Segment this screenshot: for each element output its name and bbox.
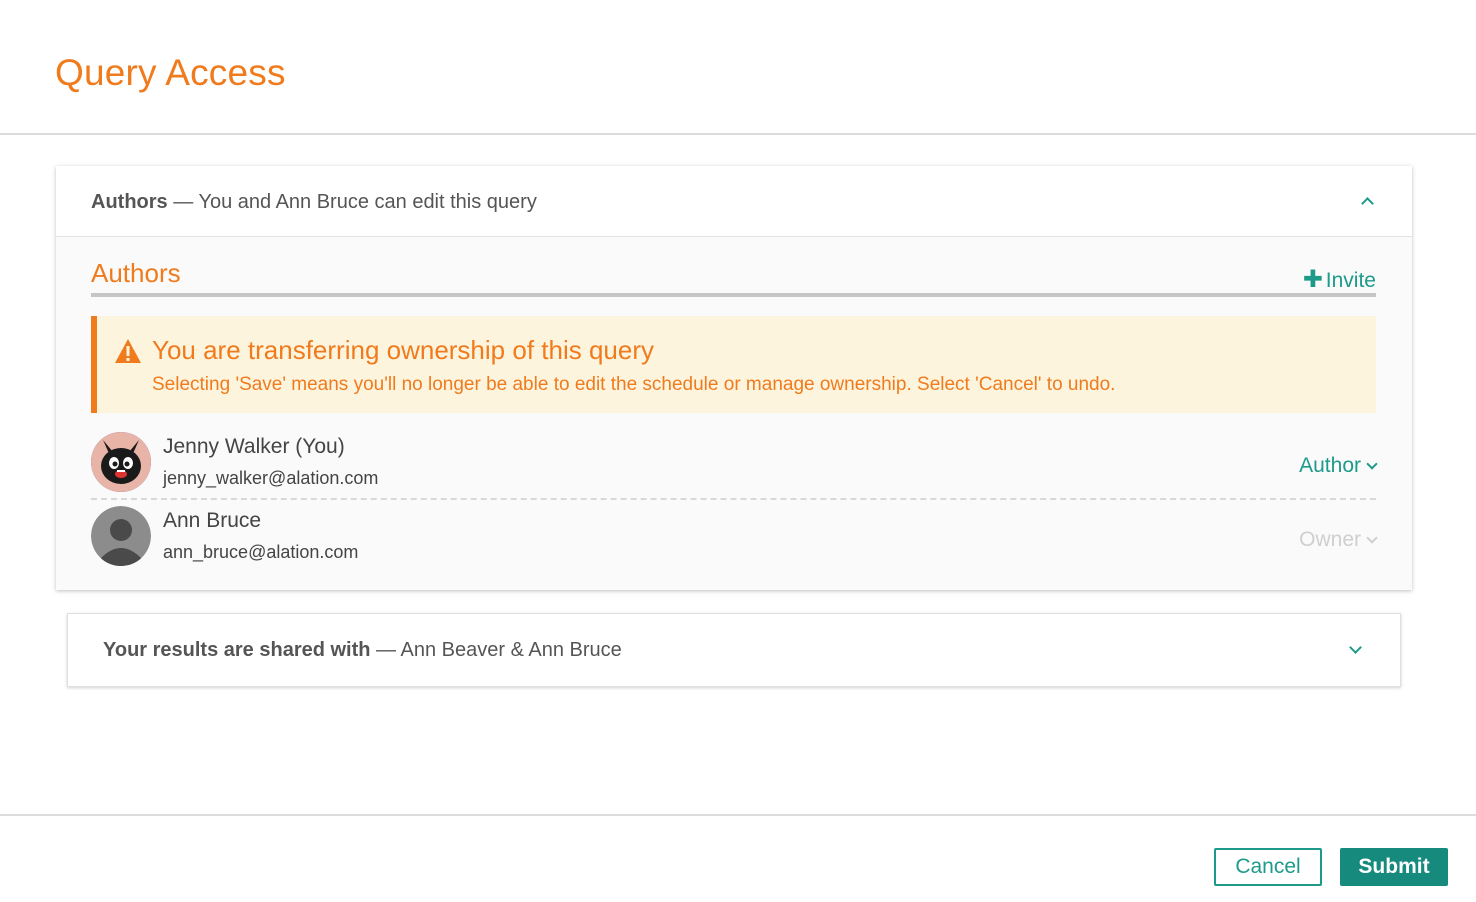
cancel-button[interactable]: Cancel (1214, 848, 1322, 886)
shared-results-panel[interactable]: Your results are shared with — Ann Beave… (67, 613, 1401, 687)
role-label: Author (1299, 454, 1361, 477)
member-name: Ann Bruce (163, 509, 262, 532)
ownership-warning: You are transferring ownership of this q… (91, 316, 1376, 413)
chevron-down-icon (1366, 532, 1378, 544)
shared-panel-heading: Your results are shared with (103, 639, 371, 661)
member-name: Jenny Walker (You) (163, 435, 345, 458)
submit-button[interactable]: Submit (1340, 848, 1448, 886)
black-cat-avatar (91, 432, 151, 492)
section-divider (91, 293, 1376, 297)
role-dropdown: Owner (1299, 528, 1378, 552)
chevron-up-icon[interactable] (1361, 197, 1374, 210)
authors-panel-heading: Authors (91, 191, 168, 213)
invite-button[interactable]: ✚ Invite (1303, 265, 1376, 294)
chevron-down-icon (1366, 458, 1378, 470)
role-dropdown[interactable]: Author (1299, 454, 1378, 478)
warning-title: You are transferring ownership of this q… (152, 335, 654, 365)
shared-panel-description: Ann Beaver & Ann Bruce (400, 639, 622, 661)
authors-panel-header[interactable]: Authors — You and Ann Bruce can edit thi… (56, 166, 1412, 237)
member-row: Ann Bruce ann_bruce@alation.com Owner (91, 502, 1378, 572)
authors-panel: Authors — You and Ann Bruce can edit thi… (56, 166, 1412, 590)
role-label: Owner (1299, 528, 1361, 551)
chevron-down-icon[interactable] (1349, 641, 1362, 654)
warning-message: Selecting 'Save' means you'll no longer … (152, 374, 1116, 395)
heading-separator: — (370, 639, 401, 661)
shared-panel-summary: Your results are shared with — Ann Beave… (103, 639, 622, 662)
heading-separator: — (167, 191, 199, 213)
invite-label: Invite (1325, 269, 1376, 292)
default-user-avatar (91, 506, 151, 566)
authors-panel-description: You and Ann Bruce can edit this query (198, 191, 537, 213)
dialog-footer: Cancel Submit (0, 814, 1476, 902)
warning-triangle-icon (115, 339, 141, 363)
member-email: ann_bruce@alation.com (163, 542, 359, 562)
authors-panel-summary: Authors — You and Ann Bruce can edit thi… (91, 191, 537, 214)
page-title: Query Access (55, 52, 286, 93)
authors-section-title: Authors (91, 258, 181, 288)
member-email: jenny_walker@alation.com (163, 468, 379, 488)
plus-icon: ✚ (1302, 266, 1323, 293)
member-row: Jenny Walker (You) jenny_walker@alation.… (91, 428, 1378, 500)
dialog-header: Query Access (0, 0, 1476, 135)
